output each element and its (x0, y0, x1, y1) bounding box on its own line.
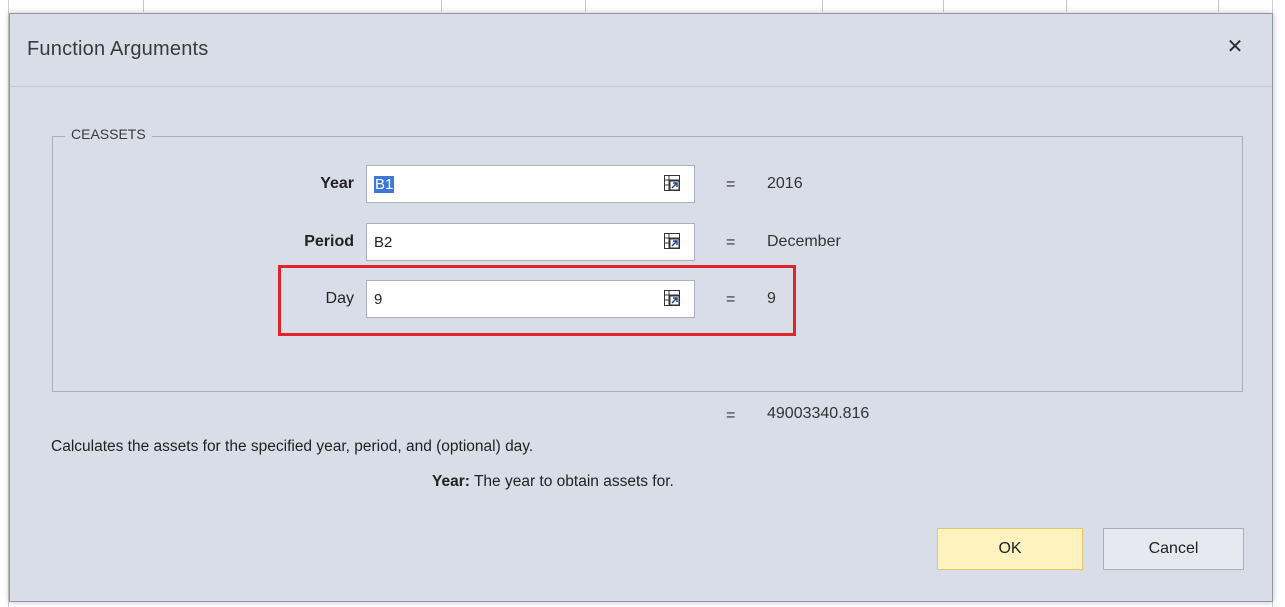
argument-result-period: December (767, 233, 841, 250)
highlight-annotation-box (278, 265, 796, 336)
cancel-button[interactable]: Cancel (1103, 528, 1244, 570)
grid-line (822, 0, 823, 12)
function-arguments-dialog: Function Arguments ✕ CEASSETS Year B1 = … (9, 13, 1273, 602)
equals-sign: = (726, 176, 736, 193)
ok-button[interactable]: OK (937, 528, 1083, 570)
grid-line (1218, 0, 1219, 12)
argument-help: Year: The year to obtain assets for. (432, 473, 674, 491)
argument-help-name: Year: (432, 473, 470, 490)
collapse-dialog-icon[interactable] (664, 233, 680, 249)
argument-value-year: B1 (374, 176, 395, 193)
formula-equals-sign: = (726, 407, 736, 424)
argument-help-text: The year to obtain assets for. (473, 473, 674, 490)
spreadsheet-left-edge (0, 0, 9, 607)
argument-input-period[interactable]: B2 (366, 223, 695, 261)
argument-value-period: B2 (374, 234, 393, 251)
dialog-title: Function Arguments (27, 38, 209, 60)
function-name: CEASSETS (65, 126, 152, 142)
grid-line (585, 0, 586, 12)
spreadsheet-right-edge (1272, 0, 1285, 607)
dialog-titlebar: Function Arguments ✕ (10, 14, 1272, 87)
close-icon[interactable]: ✕ (1224, 36, 1246, 58)
grid-line (143, 0, 144, 12)
grid-line (1066, 0, 1067, 12)
equals-sign: = (726, 234, 736, 251)
function-description: Calculates the assets for the specified … (51, 438, 534, 455)
grid-line (943, 0, 944, 12)
argument-result-year: 2016 (767, 175, 803, 192)
argument-label-period: Period (304, 233, 354, 250)
collapse-dialog-icon[interactable] (664, 175, 680, 191)
argument-input-year[interactable]: B1 (366, 165, 695, 203)
formula-result: 49003340.816 (767, 405, 870, 422)
grid-line (441, 0, 442, 12)
argument-label-year: Year (320, 175, 354, 192)
